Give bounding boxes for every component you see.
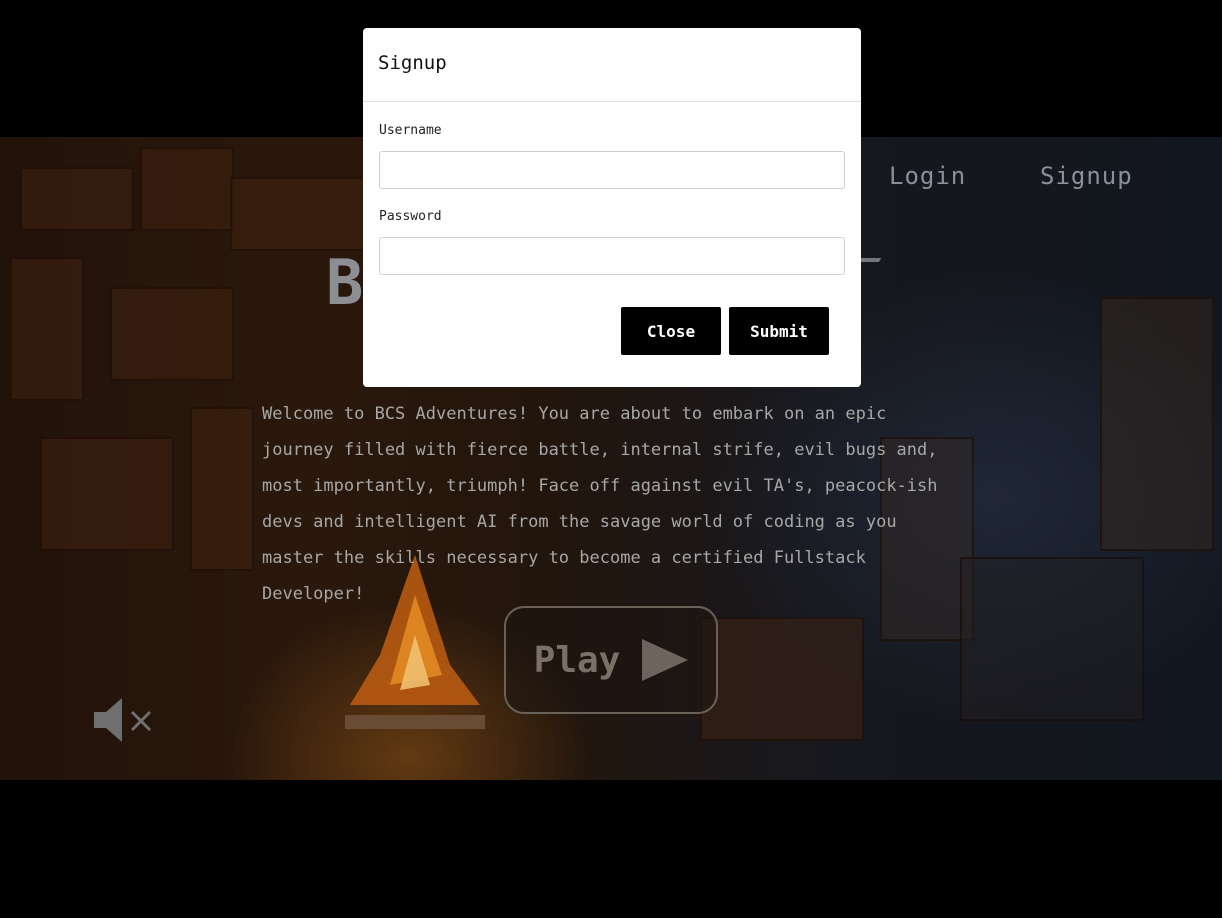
intro-text: Welcome to BCS Adventures! You are about… bbox=[262, 404, 938, 604]
password-label: Password bbox=[379, 209, 442, 224]
password-input[interactable] bbox=[379, 237, 845, 275]
modal-title: Signup bbox=[378, 52, 447, 74]
signup-modal: Signup Username Password Close Submit bbox=[363, 28, 861, 387]
play-label: Play bbox=[533, 639, 621, 681]
volume-mute-icon[interactable] bbox=[92, 694, 156, 746]
play-button[interactable]: Play bbox=[504, 606, 718, 714]
submit-button[interactable]: Submit bbox=[729, 307, 829, 355]
play-triangle-icon bbox=[642, 639, 689, 681]
game-title: B bbox=[326, 246, 364, 319]
nav-signup-link[interactable]: Signup bbox=[1040, 162, 1133, 190]
nav-login-link[interactable]: Login bbox=[889, 162, 966, 190]
modal-header: Signup bbox=[363, 28, 861, 102]
username-label: Username bbox=[379, 123, 442, 138]
close-button[interactable]: Close bbox=[621, 307, 721, 355]
username-input[interactable] bbox=[379, 151, 845, 189]
